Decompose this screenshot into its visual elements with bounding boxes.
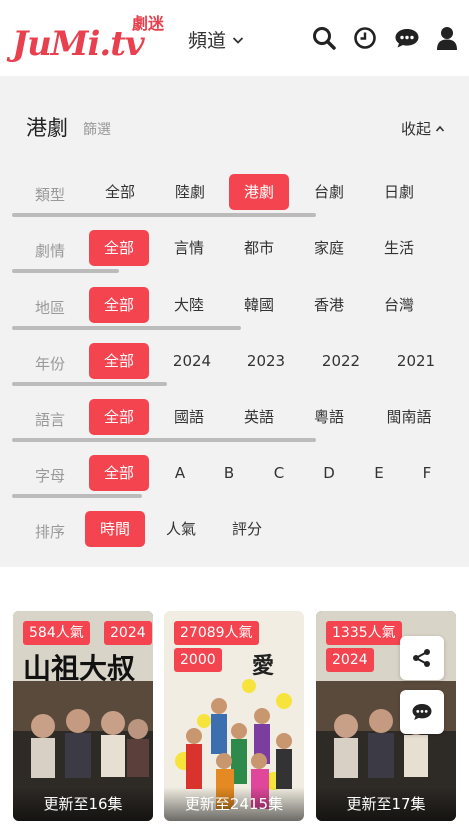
filter-chip[interactable]: 台灣: [369, 287, 429, 323]
filter-chip[interactable]: E: [359, 455, 399, 491]
top-header: JuMi.tv 劇迷 頻道: [0, 0, 469, 76]
filter-chip[interactable]: 韓國: [229, 287, 289, 323]
filter-chip[interactable]: 都市: [229, 230, 289, 266]
filter-label: 語言: [35, 411, 66, 429]
filter-chip[interactable]: 家庭: [299, 230, 359, 266]
chevron-down-icon: [232, 36, 244, 44]
filter-chip[interactable]: 日劇: [369, 174, 429, 210]
filter-chip[interactable]: 香港: [299, 287, 359, 323]
share-button[interactable]: [400, 636, 444, 680]
filter-chip[interactable]: 英語: [229, 399, 289, 435]
sort-chip[interactable]: 人氣: [151, 511, 211, 547]
site-logo[interactable]: JuMi.tv 劇迷: [12, 10, 172, 66]
horizontal-scrollbar[interactable]: [12, 269, 119, 273]
filter-chip-active[interactable]: 全部: [89, 287, 149, 323]
filter-chip-active[interactable]: 全部: [89, 230, 149, 266]
filter-label: 類型: [35, 186, 66, 204]
filter-chip[interactable]: F: [407, 455, 447, 491]
filter-chip-active[interactable]: 全部: [89, 343, 149, 379]
filter-chip[interactable]: B: [209, 455, 249, 491]
horizontal-scrollbar[interactable]: [12, 382, 167, 386]
filter-chip[interactable]: D: [309, 455, 349, 491]
filter-chip[interactable]: 陸劇: [160, 174, 220, 210]
logo-text: JuMi.tv: [12, 24, 145, 64]
messages-icon[interactable]: [394, 26, 420, 50]
svg-text:愛: 愛: [252, 653, 274, 679]
episode-update-label: 更新至17集: [316, 787, 456, 821]
channel-label: 頻道: [188, 30, 227, 52]
filter-chip[interactable]: 粵語: [299, 399, 359, 435]
filter-row-sort: 排序 時間 人氣 評分: [0, 511, 469, 567]
channel-dropdown[interactable]: 頻道: [188, 26, 244, 53]
chevron-up-icon: [435, 125, 445, 132]
collapse-label: 收起: [401, 120, 432, 138]
filter-chip[interactable]: 生活: [369, 230, 429, 266]
user-icon[interactable]: [436, 26, 458, 50]
filter-label: 字母: [35, 467, 66, 485]
filter-chip[interactable]: 言情: [159, 230, 219, 266]
logo-chinese-text: 劇迷: [132, 14, 165, 33]
filter-chip[interactable]: 2021: [386, 343, 446, 379]
filter-label: 年份: [35, 355, 66, 373]
drama-card[interactable]: 山祖大叔 584人氣 2024 更新至16集: [13, 611, 153, 821]
filter-chip-active[interactable]: 港劇: [229, 174, 289, 210]
filter-row-letter: 字母 全部 A B C D E F: [0, 455, 469, 511]
filter-row-year: 年份 全部 2024 2023 2022 2021: [0, 343, 469, 399]
filter-chip[interactable]: 大陸: [159, 287, 219, 323]
comment-button[interactable]: [400, 690, 444, 734]
share-icon: [413, 649, 430, 667]
filter-chip[interactable]: 台劇: [299, 174, 359, 210]
comment-icon: [412, 704, 432, 720]
filter-subtitle: 篩選: [83, 122, 111, 138]
year-badge: 2024: [104, 621, 152, 645]
filter-chip-all[interactable]: 全部: [90, 174, 150, 210]
drama-card[interactable]: 愛 27089人氣 2000 更新至2415集: [164, 611, 304, 821]
collapse-button[interactable]: 收起: [401, 118, 445, 139]
history-clock-icon[interactable]: [353, 26, 377, 50]
popularity-badge: 1335人氣: [326, 621, 402, 645]
filter-row-plot: 劇情 全部 言情 都市 家庭 生活: [0, 230, 469, 286]
poster-title: 山祖大叔: [23, 652, 136, 685]
filter-row-region: 地區 全部 大陸 韓國 香港 台灣: [0, 287, 469, 343]
drama-grid: 山祖大叔 584人氣 2024 更新至16集 愛 27089人氣 2000 更新…: [0, 567, 469, 834]
popularity-badge: 27089人氣: [174, 621, 259, 645]
filter-chip[interactable]: 2022: [311, 343, 371, 379]
horizontal-scrollbar[interactable]: [12, 494, 142, 498]
horizontal-scrollbar[interactable]: [12, 213, 316, 217]
year-badge: 2024: [326, 648, 374, 672]
filter-chip[interactable]: 閩南語: [379, 399, 439, 435]
filter-chip-active[interactable]: 全部: [89, 455, 149, 491]
sort-chip[interactable]: 評分: [217, 511, 277, 547]
filter-chip-active[interactable]: 全部: [89, 399, 149, 435]
filter-chip[interactable]: 2024: [162, 343, 222, 379]
page-title: 港劇: [26, 116, 68, 140]
filter-label: 地區: [35, 299, 66, 317]
filter-label: 排序: [35, 523, 66, 541]
filter-chip[interactable]: A: [160, 455, 200, 491]
episode-update-label: 更新至2415集: [164, 787, 304, 821]
filter-row-language: 語言 全部 國語 英語 粵語 閩南語: [0, 399, 469, 455]
filter-chip[interactable]: C: [259, 455, 299, 491]
popularity-badge: 584人氣: [23, 621, 90, 645]
horizontal-scrollbar[interactable]: [12, 326, 241, 330]
page: JuMi.tv 劇迷 頻道 港劇 篩選 收起 類型 全部 陸劇 港劇 台劇 日劇: [0, 0, 469, 834]
filter-panel: 港劇 篩選 收起 類型 全部 陸劇 港劇 台劇 日劇 劇情 全部 言情 都市 家…: [0, 76, 469, 567]
horizontal-scrollbar[interactable]: [12, 438, 316, 442]
search-icon[interactable]: [312, 26, 336, 50]
filter-chip[interactable]: 2023: [236, 343, 296, 379]
filter-chip[interactable]: 國語: [159, 399, 219, 435]
filter-label: 劇情: [35, 242, 66, 260]
filter-row-genre: 類型 全部 陸劇 港劇 台劇 日劇: [0, 174, 469, 230]
year-badge: 2000: [174, 648, 222, 672]
sort-chip-active[interactable]: 時間: [85, 511, 145, 547]
episode-update-label: 更新至16集: [13, 787, 153, 821]
